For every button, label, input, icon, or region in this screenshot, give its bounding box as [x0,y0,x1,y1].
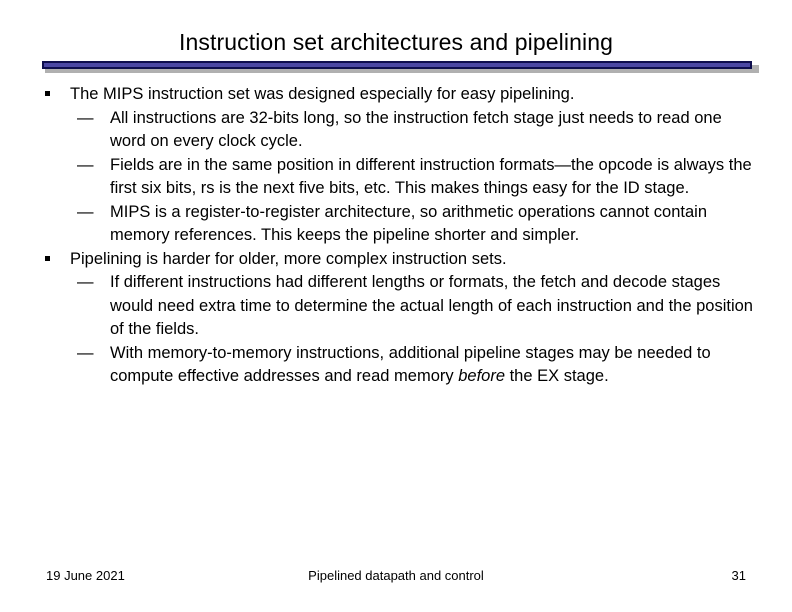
bullet-level2: — If different instructions had differen… [0,271,792,342]
bullet-level2-text: All instructions are 32-bits long, so th… [110,108,722,151]
dash-bullet-icon: — [77,155,94,174]
title-block: Instruction set architectures and pipeli… [0,28,792,56]
bullet-level1: The MIPS instruction set was designed es… [0,83,792,107]
footer-page-number: 31 [731,568,746,583]
title-divider-rule [42,61,759,73]
bullet-group: The MIPS instruction set was designed es… [0,83,792,248]
dash-bullet-icon: — [77,202,94,221]
bullet-level2-text: With memory-to-memory instructions, addi… [110,344,711,386]
title-divider-bar [42,61,752,69]
bullet-level2-text: If different instructions had different … [110,273,753,338]
bullet-level2: — With memory-to-memory instructions, ad… [0,342,792,389]
bullet-level2: — MIPS is a register-to-register archite… [0,201,792,248]
footer-title: Pipelined datapath and control [308,568,484,583]
bullet-level2-text: MIPS is a register-to-register architect… [110,202,708,245]
bullet-level2: — All instructions are 32-bits long, so … [0,107,792,154]
square-bullet-icon [45,248,59,272]
square-bullet-icon [45,83,59,107]
bullet-level1-text: The MIPS instruction set was designed es… [70,85,575,103]
dash-bullet-icon: — [77,108,94,127]
slide-footer: 19 June 2021 Pipelined datapath and cont… [0,566,792,590]
dash-bullet-icon: — [77,343,94,362]
bullet-level2: — Fields are in the same position in dif… [0,154,792,201]
plain-text: the EX stage. [505,367,609,385]
dash-bullet-icon: — [77,273,94,291]
bullet-level2-text: Fields are in the same position in diffe… [110,155,752,198]
emphasized-text: before [458,367,506,385]
bullet-group: Pipelining is harder for older, more com… [0,248,792,389]
bullet-level1-text: Pipelining is harder for older, more com… [70,249,507,268]
slide: Instruction set architectures and pipeli… [0,0,792,612]
page-title: Instruction set architectures and pipeli… [179,29,613,55]
bullet-level1: Pipelining is harder for older, more com… [0,248,792,272]
plain-text: With memory-to-memory instructions, addi… [110,343,711,386]
slide-body: The MIPS instruction set was designed es… [0,83,792,389]
